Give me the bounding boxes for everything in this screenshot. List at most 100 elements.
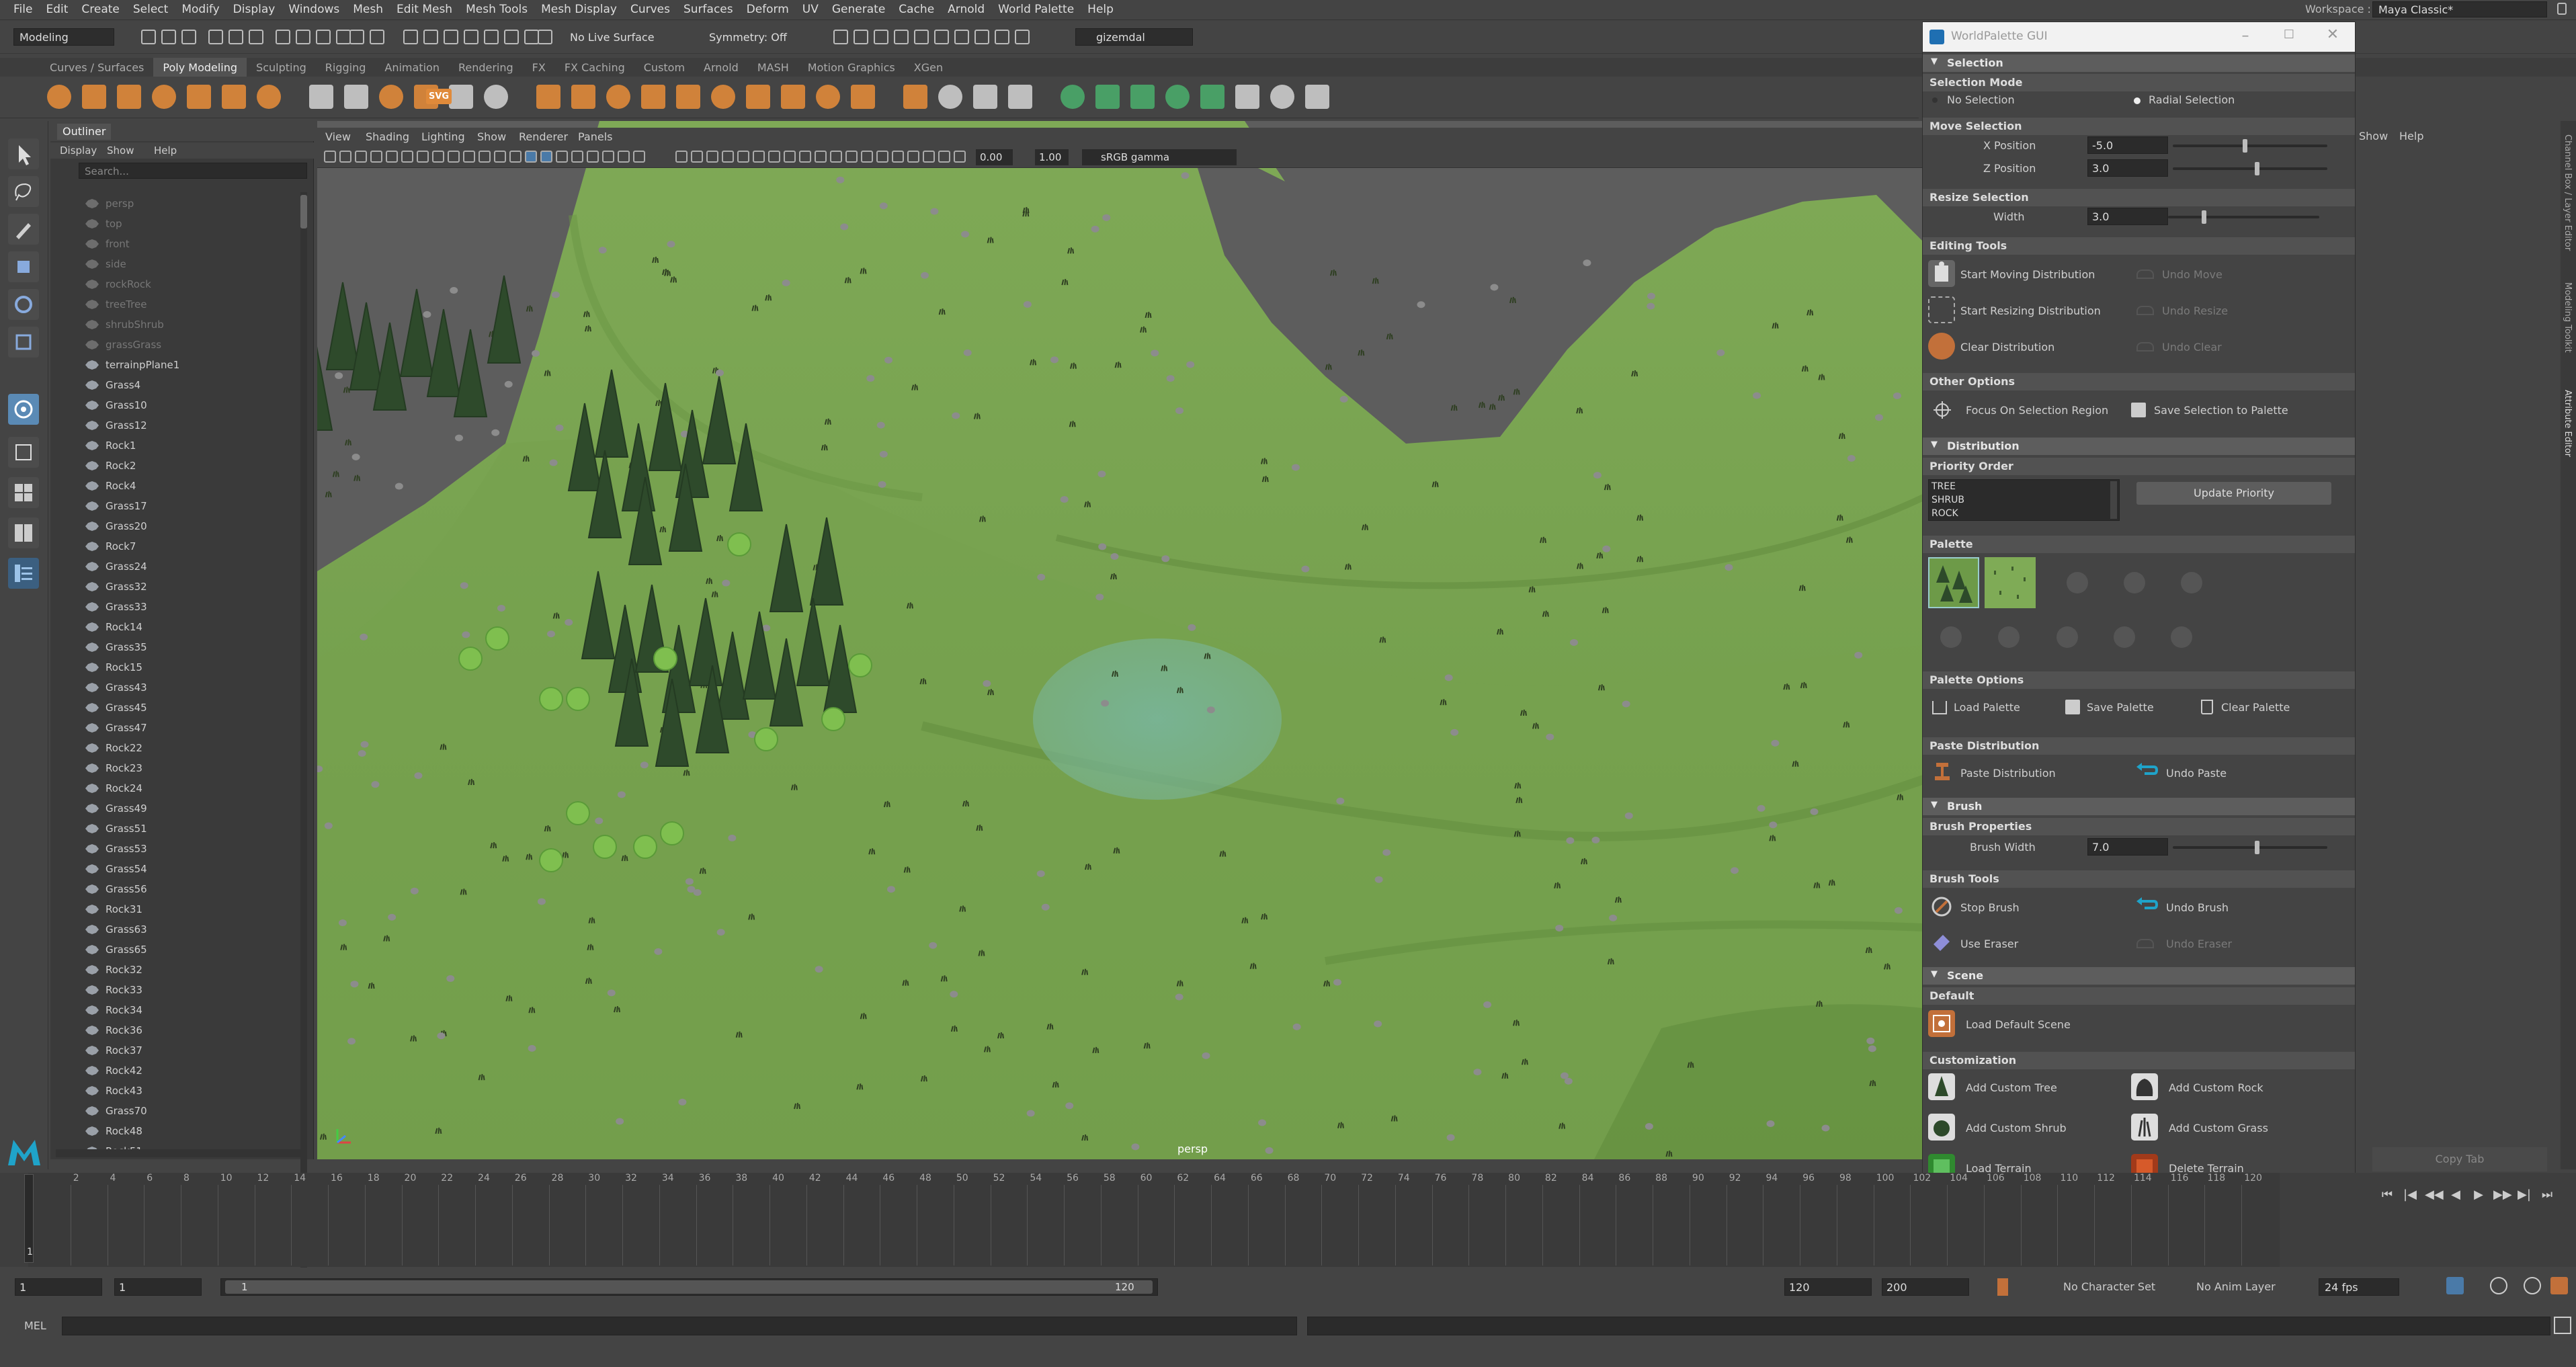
status-tool-icon[interactable] xyxy=(423,30,438,44)
viewport-tool-icon[interactable] xyxy=(370,151,382,163)
palette-slot-empty[interactable] xyxy=(2067,572,2088,593)
terrain-scene[interactable] xyxy=(317,121,1923,1159)
status-tool-icon[interactable] xyxy=(208,30,223,44)
outliner-item[interactable]: Rock4 xyxy=(85,476,136,496)
rock[interactable] xyxy=(920,272,929,279)
range-slider[interactable]: 1 120 xyxy=(220,1278,1158,1296)
menu-display[interactable]: Display xyxy=(226,0,282,19)
viewport-tool-icon[interactable] xyxy=(525,151,537,163)
rock[interactable] xyxy=(360,741,369,748)
mel-label[interactable]: MEL xyxy=(24,1319,46,1332)
rock[interactable] xyxy=(1131,1143,1140,1151)
no-selection-label[interactable]: No Selection xyxy=(1947,93,2015,106)
shelf-tool-icon[interactable] xyxy=(641,85,665,109)
timer-icon[interactable] xyxy=(2524,1277,2541,1294)
undo-eraser-button[interactable]: Undo Eraser xyxy=(2166,938,2232,950)
stop-brush-icon[interactable] xyxy=(1931,896,1952,917)
channel-box-tab[interactable]: Channel Box / Layer Editor xyxy=(2563,134,2573,251)
rock[interactable] xyxy=(1473,1069,1482,1076)
outliner-item[interactable]: Grass49 xyxy=(85,798,147,819)
shelf-tool-icon[interactable] xyxy=(851,85,875,109)
shelf-tab-poly-modeling[interactable]: Poly Modeling xyxy=(153,58,247,77)
viewport-tool-icon[interactable] xyxy=(355,151,367,163)
radial-selection-radio[interactable] xyxy=(2134,97,2141,104)
outliner-item[interactable]: Rock15 xyxy=(85,657,142,677)
rock[interactable] xyxy=(1065,1102,1074,1110)
shelf-tab-custom[interactable]: Custom xyxy=(634,58,694,77)
shelf-tool-icon[interactable] xyxy=(973,85,997,109)
status-tool-icon[interactable] xyxy=(141,30,156,44)
color-space-dropdown[interactable]: sRGB gamma xyxy=(1082,149,1237,165)
status-tool-icon[interactable] xyxy=(974,30,989,44)
focus-selection-button[interactable]: Focus On Selection Region xyxy=(1966,404,2108,417)
status-tool-icon[interactable] xyxy=(954,30,969,44)
add-custom-shrub-button[interactable]: Add Custom Shrub xyxy=(1966,1122,2067,1134)
layout-two-icon[interactable] xyxy=(8,517,39,548)
rock[interactable] xyxy=(1265,1147,1274,1154)
playback-end-field[interactable]: 120 xyxy=(1784,1278,1872,1296)
symmetry-dropdown[interactable]: Symmetry: Off xyxy=(709,31,787,44)
menu-curves[interactable]: Curves xyxy=(624,0,677,19)
shelf-tool-icon[interactable] xyxy=(1061,85,1085,109)
shelf-tool-icon[interactable] xyxy=(117,85,141,109)
rock[interactable] xyxy=(546,630,555,638)
rock[interactable] xyxy=(1757,804,1765,812)
viewport-tool-icon[interactable] xyxy=(938,151,950,163)
width-knob[interactable] xyxy=(2202,210,2206,224)
rock[interactable] xyxy=(1483,1001,1492,1008)
shelf-tool-icon[interactable] xyxy=(47,85,71,109)
undo-paste-icon[interactable] xyxy=(2135,763,2159,778)
outliner-menu-display[interactable]: Display xyxy=(60,144,97,157)
rock[interactable] xyxy=(1097,470,1106,478)
rock[interactable] xyxy=(1336,797,1345,804)
paste-icon[interactable] xyxy=(1932,760,1952,783)
viewport-tool-icon[interactable] xyxy=(324,151,336,163)
rock[interactable] xyxy=(338,919,347,927)
shrub[interactable] xyxy=(633,835,657,859)
rock[interactable] xyxy=(716,929,725,936)
shelf-tool-icon[interactable] xyxy=(257,85,281,109)
shrub[interactable] xyxy=(727,532,751,556)
outliner-item[interactable]: rockRock xyxy=(85,274,151,294)
status-tool-icon[interactable] xyxy=(370,30,384,44)
menu-generate[interactable]: Generate xyxy=(825,0,892,19)
last-tool-icon[interactable] xyxy=(8,394,39,425)
rock[interactable] xyxy=(1166,375,1175,382)
palette-slot-empty[interactable] xyxy=(2056,626,2078,648)
shelf-tool-icon[interactable] xyxy=(781,85,805,109)
shrub[interactable] xyxy=(566,801,590,825)
shelf-tab-fx[interactable]: FX xyxy=(523,58,555,77)
shrub[interactable] xyxy=(539,687,563,711)
rock[interactable] xyxy=(1301,565,1310,573)
status-tool-icon[interactable] xyxy=(874,30,888,44)
rock[interactable] xyxy=(1647,302,1655,310)
menu-select[interactable]: Select xyxy=(126,0,175,19)
rock[interactable] xyxy=(1555,924,1564,931)
clear-distribution-icon[interactable] xyxy=(1928,333,1955,360)
shelf-tool-icon[interactable] xyxy=(1095,85,1120,109)
status-tool-icon[interactable] xyxy=(995,30,1009,44)
rock[interactable] xyxy=(360,633,368,640)
attr-show-menu[interactable]: Show xyxy=(2359,130,2388,142)
viewport-tool-icon[interactable] xyxy=(401,151,413,163)
rock[interactable] xyxy=(654,948,663,955)
menu-mesh-display[interactable]: Mesh Display xyxy=(534,0,624,19)
shelf-tool-icon[interactable] xyxy=(309,85,333,109)
shelf-tool-icon[interactable] xyxy=(903,85,927,109)
rock[interactable] xyxy=(1161,555,1170,563)
viewport-tool-icon[interactable] xyxy=(830,151,842,163)
rock[interactable] xyxy=(782,280,790,287)
rock[interactable] xyxy=(1023,300,1032,308)
rock[interactable] xyxy=(595,817,604,825)
outliner-item[interactable]: Rock31 xyxy=(85,899,142,919)
rock[interactable] xyxy=(1866,1037,1875,1044)
rock[interactable] xyxy=(1647,292,1656,300)
shelf-tab-sculpting[interactable]: Sculpting xyxy=(247,58,316,77)
viewport-tool-icon[interactable] xyxy=(845,151,858,163)
loop-icon[interactable] xyxy=(2446,1277,2464,1294)
outliner-item[interactable]: Grass54 xyxy=(85,859,147,879)
viewport-tool-icon[interactable] xyxy=(339,151,351,163)
playback-icon[interactable]: ▶ xyxy=(2470,1188,2487,1204)
rock[interactable] xyxy=(815,966,823,973)
shelf-tool-icon[interactable] xyxy=(1305,85,1329,109)
